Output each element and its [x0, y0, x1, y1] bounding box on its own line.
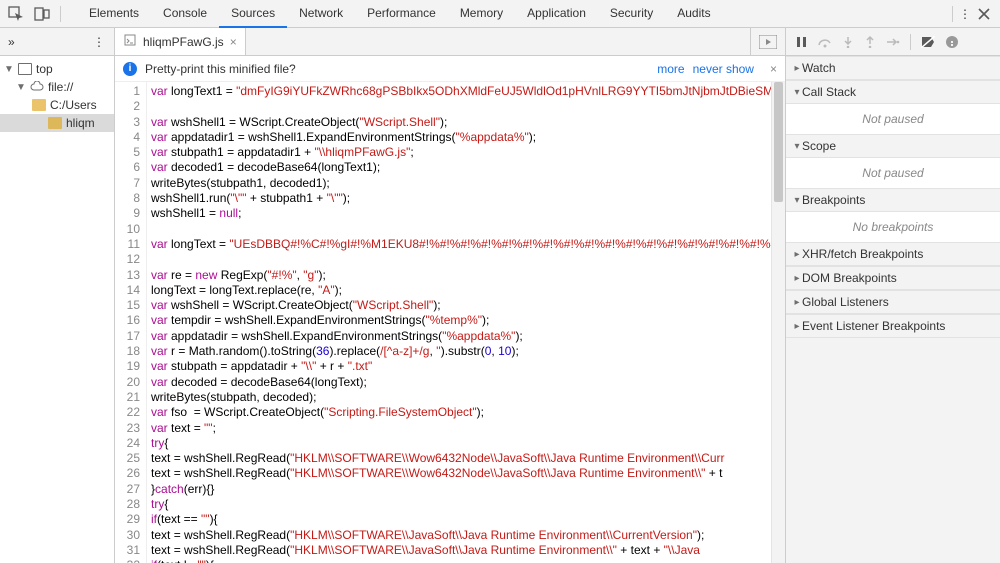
pretty-print-infobar: i Pretty-print this minified file? more … — [115, 56, 785, 82]
main-tabs: ElementsConsoleSourcesNetworkPerformance… — [77, 0, 723, 28]
code-area[interactable]: 1234567891011121314151617181920212223242… — [115, 82, 785, 563]
tree-origin[interactable]: ▼ file:// — [0, 78, 114, 96]
section-title: XHR/fetch Breakpoints — [802, 247, 923, 261]
devtools-window: ElementsConsoleSourcesNetworkPerformance… — [0, 0, 1000, 563]
close-devtools-icon[interactable] — [978, 8, 990, 20]
tree-label: file:// — [48, 80, 73, 94]
tab-elements[interactable]: Elements — [77, 0, 151, 28]
infobar-more-link[interactable]: more — [657, 62, 684, 76]
tab-network[interactable]: Network — [287, 0, 355, 28]
section-title: Breakpoints — [802, 193, 865, 207]
line-gutter: 1234567891011121314151617181920212223242… — [115, 82, 147, 563]
main-tabs-bar: ElementsConsoleSourcesNetworkPerformance… — [0, 0, 1000, 28]
infobar-close-icon[interactable]: × — [770, 62, 777, 76]
tree-top[interactable]: ▼ top — [0, 60, 114, 78]
infobar-message: Pretty-print this minified file? — [145, 62, 296, 76]
callstack-body: Not paused — [786, 104, 1000, 134]
file-tab-label: hliqmPFawG.js — [143, 35, 224, 49]
step-icon[interactable] — [886, 36, 900, 48]
cloud-icon — [30, 80, 44, 94]
xhr-breakpoints-header[interactable]: ▸XHR/fetch Breakpoints — [786, 242, 1000, 266]
tab-sources[interactable]: Sources — [219, 0, 287, 28]
breakpoints-body: No breakpoints — [786, 212, 1000, 242]
section-title: Watch — [802, 61, 836, 75]
info-icon: i — [123, 62, 137, 76]
section-title: Global Listeners — [802, 295, 889, 309]
file-tabs: hliqmPFawG.js × — [115, 28, 750, 55]
separator — [60, 6, 61, 22]
tab-audits[interactable]: Audits — [665, 0, 722, 28]
tree-label: top — [36, 62, 53, 76]
tree-folder-selected[interactable]: hliqm — [0, 114, 114, 132]
snippet-icon — [123, 33, 137, 50]
vertical-scrollbar[interactable] — [771, 82, 785, 563]
run-snippet-icon[interactable] — [759, 35, 777, 49]
navigator-more-icon[interactable]: » — [8, 35, 15, 49]
tab-security[interactable]: Security — [598, 0, 665, 28]
more-menu-icon[interactable]: ⋮ — [959, 7, 972, 21]
separator — [952, 6, 953, 22]
watch-header[interactable]: ▸Watch — [786, 56, 1000, 80]
code-content[interactable]: var longText1 = "dmFyIG9iYUFkZWRhc68gPSB… — [147, 82, 771, 563]
scope-body: Not paused — [786, 158, 1000, 188]
section-title: DOM Breakpoints — [802, 271, 897, 285]
scrollbar-thumb[interactable] — [774, 82, 783, 202]
caret-down-icon: ▼ — [4, 64, 14, 75]
global-listeners-header[interactable]: ▸Global Listeners — [786, 290, 1000, 314]
event-listener-header[interactable]: ▸Event Listener Breakpoints — [786, 314, 1000, 338]
debugger-panel: ▸Watch ▾Call Stack Not paused ▾Scope Not… — [785, 56, 1000, 563]
deactivate-breakpoints-icon[interactable] — [921, 36, 935, 48]
scope-header[interactable]: ▾Scope — [786, 134, 1000, 158]
pause-icon[interactable] — [796, 36, 808, 48]
tabs-right-controls: ⋮ — [952, 6, 1000, 22]
section-title: Call Stack — [802, 85, 856, 99]
section-title: Event Listener Breakpoints — [802, 319, 945, 333]
breakpoints-header[interactable]: ▾Breakpoints — [786, 188, 1000, 212]
frame-icon — [18, 63, 32, 75]
step-into-icon[interactable] — [842, 36, 854, 48]
inspect-controls — [0, 6, 61, 22]
tab-memory[interactable]: Memory — [448, 0, 515, 28]
debugger-controls — [785, 28, 1000, 55]
step-over-icon[interactable] — [818, 36, 832, 48]
tab-performance[interactable]: Performance — [355, 0, 448, 28]
navigator-header: » ⋮ — [0, 28, 115, 55]
callstack-header[interactable]: ▾Call Stack — [786, 80, 1000, 104]
file-tree: ▼ top ▼ file:// C:/Users hliqm — [0, 56, 115, 563]
tree-label: C:/Users — [50, 98, 97, 112]
caret-down-icon: ▼ — [16, 82, 26, 93]
section-title: Scope — [802, 139, 836, 153]
code-editor: i Pretty-print this minified file? more … — [115, 56, 785, 563]
separator — [910, 34, 911, 50]
step-out-icon[interactable] — [864, 36, 876, 48]
folder-icon — [48, 117, 62, 129]
sources-subbar: » ⋮ hliqmPFawG.js × — [0, 28, 1000, 56]
close-tab-icon[interactable]: × — [230, 35, 237, 49]
device-toolbar-icon[interactable] — [34, 6, 50, 22]
tab-application[interactable]: Application — [515, 0, 598, 28]
tree-label: hliqm — [66, 116, 95, 130]
tree-folder[interactable]: C:/Users — [0, 96, 114, 114]
file-tab-active[interactable]: hliqmPFawG.js × — [115, 28, 246, 55]
main-area: ▼ top ▼ file:// C:/Users hliqm — [0, 56, 1000, 563]
navigator-menu-icon[interactable]: ⋮ — [93, 35, 106, 49]
infobar-never-link[interactable]: never show — [693, 62, 754, 76]
run-snippet-area — [750, 28, 785, 55]
inspect-element-icon[interactable] — [8, 6, 24, 22]
pause-on-exceptions-icon[interactable] — [945, 35, 959, 49]
tab-console[interactable]: Console — [151, 0, 219, 28]
dom-breakpoints-header[interactable]: ▸DOM Breakpoints — [786, 266, 1000, 290]
folder-icon — [32, 99, 46, 111]
